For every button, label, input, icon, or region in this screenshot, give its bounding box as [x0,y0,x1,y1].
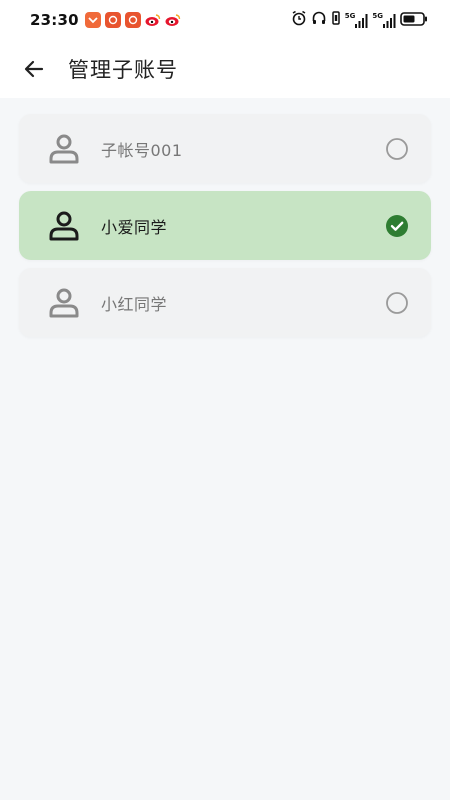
app-notification-icon [104,12,121,28]
app-notification-icon [84,12,101,28]
weibo-icon [145,12,161,28]
signal-5g-icon: 5G [345,12,369,28]
status-right: 5G 5G [291,10,428,30]
radio-unchecked-icon[interactable] [385,291,409,315]
app-bar: 管理子账号 [0,40,450,98]
radio-unchecked-icon[interactable] [385,137,409,161]
person-icon [42,204,86,248]
vibrate-icon [331,10,341,30]
alarm-icon [291,10,307,30]
weibo-icon [165,12,181,28]
account-name: 小爱同学 [101,217,168,237]
account-list: 子帐号001 小爱同学 小红同学 [19,114,431,345]
arrow-left-icon [24,60,44,78]
back-button[interactable] [14,49,54,89]
check-circle-icon[interactable] [385,214,409,238]
account-card-0[interactable]: 子帐号001 [19,114,431,183]
headphones-icon [311,10,327,30]
person-icon [42,281,86,325]
status-bar: 23:30 5G 5G [0,0,450,40]
app-notification-icon [124,12,141,28]
person-icon [42,127,86,171]
account-name: 子帐号001 [101,140,183,160]
screen: 23:30 5G 5G 管理子账号 子帐号001 小爱同学 小红同学 [0,0,450,800]
account-name: 小红同学 [101,294,168,314]
account-card-1[interactable]: 小爱同学 [19,191,431,260]
notification-icons [84,12,181,28]
signal-5g-icon: 5G [372,12,396,28]
status-time: 23:30 [30,11,79,29]
page-title: 管理子账号 [68,58,178,82]
battery-icon [400,11,428,30]
account-card-2[interactable]: 小红同学 [19,268,431,337]
